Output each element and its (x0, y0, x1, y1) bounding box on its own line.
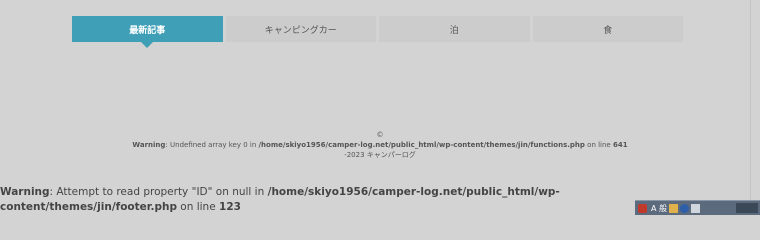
php-warning: Warning: Attempt to read property "ID" o… (0, 185, 735, 215)
copyright-symbol: © (376, 131, 384, 139)
copyright-text: -2023 キャンパーログ (344, 151, 416, 159)
language-indicator[interactable]: A 般 (651, 203, 667, 214)
page-edge-divider (750, 0, 751, 200)
tab-food[interactable]: 食 (532, 16, 683, 42)
tab-label: 泊 (449, 25, 459, 36)
php-warning-message: : Attempt to read property "ID" on null … (49, 186, 268, 198)
tab-label: キャンピングカー (264, 25, 337, 36)
tab-stay[interactable]: 泊 (379, 16, 530, 42)
system-tray: A 般 (635, 200, 760, 215)
tab-label: 食 (603, 25, 613, 36)
php-warning-label: Warning (0, 186, 50, 198)
category-tabs: 最新記事 キャンピングカー 泊 食 (72, 16, 683, 48)
network-icon[interactable] (691, 203, 701, 213)
clock-area[interactable] (736, 203, 758, 213)
footer-warning-path: /home/skiyo1956/camper-log.net/public_ht… (258, 141, 585, 149)
footer-warning-line-text: on line (584, 141, 613, 149)
footer-warning-line-number: 641 (612, 141, 628, 149)
tab-label: 最新記事 (129, 25, 166, 36)
php-warning-line-number: 123 (219, 201, 241, 213)
tab-latest-articles[interactable]: 最新記事 (72, 16, 223, 48)
footer-warning-label: Warning (132, 141, 166, 149)
shield-icon[interactable] (638, 203, 647, 213)
ime-icon[interactable] (669, 203, 679, 213)
footer-warning: Warning: Undefined array key 0 in /home/… (0, 140, 760, 150)
help-icon[interactable] (680, 203, 690, 213)
site-footer: © Warning: Undefined array key 0 in /hom… (0, 130, 760, 160)
footer-warning-message: : Undefined array key 0 in (165, 141, 259, 149)
php-warning-line-text: on line (176, 201, 220, 213)
tab-camping-car[interactable]: キャンピングカー (225, 16, 376, 42)
